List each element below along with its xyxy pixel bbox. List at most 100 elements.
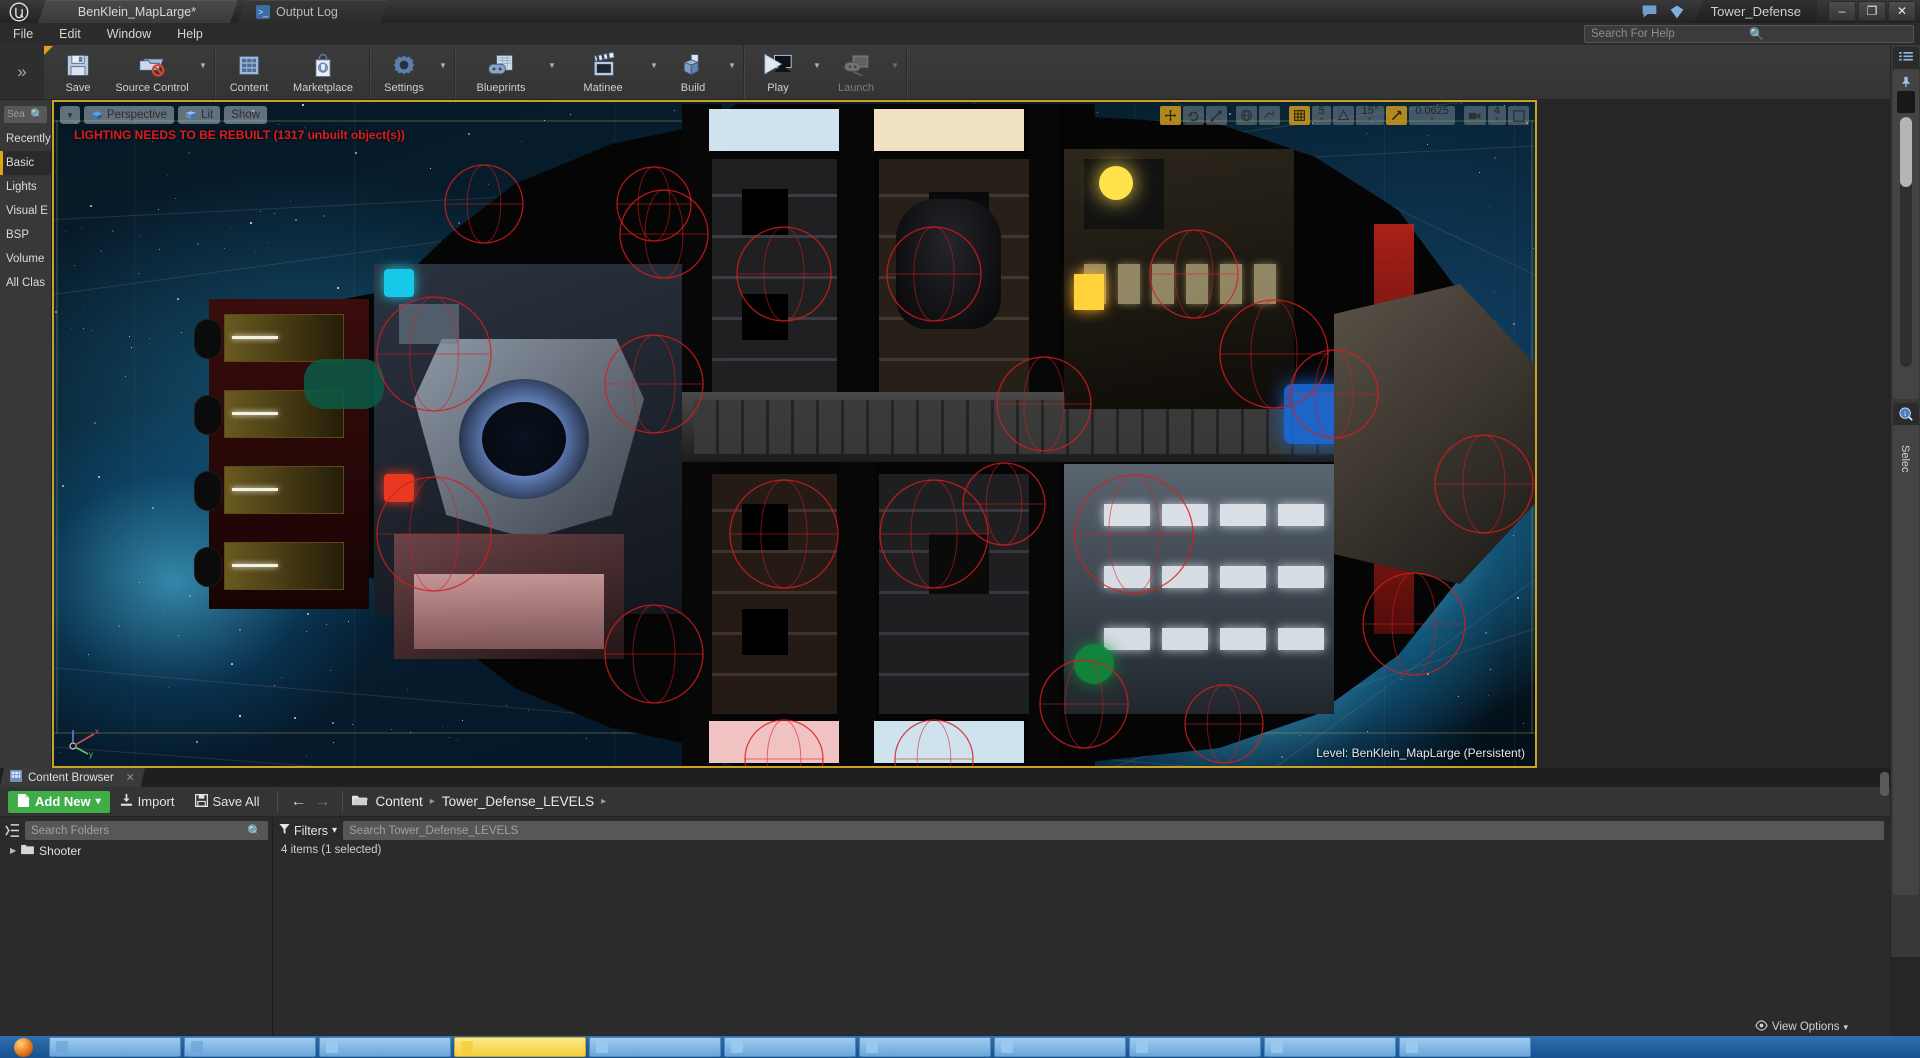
content-browser-scrollbar[interactable] xyxy=(1880,772,1889,796)
save-button[interactable]: Save xyxy=(47,45,109,99)
taskbar-item[interactable] xyxy=(454,1037,586,1057)
content-browser-tab[interactable]: Content Browser ✕ xyxy=(0,768,145,787)
assets-status-text: 4 items (1 selected) xyxy=(281,844,382,856)
folder-tree-toggle-icon[interactable] xyxy=(4,822,21,839)
marketplace-button[interactable]: Marketplace xyxy=(280,45,366,99)
taskbar-item[interactable] xyxy=(859,1037,991,1057)
world-outliner-tab[interactable] xyxy=(1893,47,1919,69)
editor-tab-output-log-label: Output Log xyxy=(276,4,338,19)
maximize-viewport-button[interactable] xyxy=(1508,106,1529,125)
modes-item-bsp[interactable]: BSP xyxy=(0,223,51,247)
view-options-icon xyxy=(1755,1020,1768,1034)
breadcrumb-item-content[interactable]: Content xyxy=(375,794,422,809)
matinee-button-label: Matinee xyxy=(583,82,623,94)
scale-tool-button[interactable] xyxy=(1206,106,1228,125)
pin-icon[interactable] xyxy=(1900,75,1912,88)
add-new-button[interactable]: Add New ▾ xyxy=(8,790,110,813)
menu-edit[interactable]: Edit xyxy=(46,23,94,45)
viewport-camera-mode-button[interactable]: Perspective xyxy=(84,106,175,124)
viewport-show-menu-button[interactable]: Show xyxy=(224,106,268,124)
chevron-right-icon[interactable]: ▶ xyxy=(10,846,16,855)
grid-snap-value[interactable]: 5 ▼ xyxy=(1312,105,1331,125)
modes-search-input[interactable]: Sea 🔍 xyxy=(4,106,47,123)
editor-tab-map[interactable]: BenKlein_MapLarge* xyxy=(38,0,238,23)
start-button[interactable] xyxy=(0,1036,46,1058)
build-cube-icon xyxy=(679,50,707,80)
navigate-back-button[interactable]: ← xyxy=(286,793,310,811)
taskbar-item[interactable] xyxy=(994,1037,1126,1057)
scale-snap-value[interactable]: 0.0625 ▼ xyxy=(1409,105,1455,125)
surface-snap-button[interactable] xyxy=(1259,106,1281,125)
taskbar-item[interactable] xyxy=(724,1037,856,1057)
modes-item-recently-placed[interactable]: Recently xyxy=(0,127,51,151)
camera-speed-icon[interactable] xyxy=(1463,106,1486,125)
blueprints-button[interactable]: Blueprints xyxy=(458,45,544,99)
navigate-forward-button[interactable]: → xyxy=(310,793,334,811)
folders-search-input[interactable]: Search Folders 🔍 xyxy=(25,821,268,840)
feedback-chat-icon[interactable] xyxy=(1641,3,1659,21)
chevron-right-icon[interactable]: ▸ xyxy=(601,796,606,807)
settings-button[interactable]: Settings xyxy=(373,45,435,99)
scale-snap-toggle[interactable] xyxy=(1386,106,1408,125)
close-icon[interactable]: ✕ xyxy=(126,771,135,784)
taskbar-item[interactable] xyxy=(589,1037,721,1057)
toolbar-collapse-button[interactable]: » xyxy=(0,45,44,99)
menu-help[interactable]: Help xyxy=(164,23,216,45)
build-button[interactable]: Build xyxy=(662,45,724,99)
grid-snap-toggle[interactable] xyxy=(1289,106,1311,125)
matinee-button[interactable]: Matinee xyxy=(560,45,646,99)
menu-window[interactable]: Window xyxy=(94,23,164,45)
camera-speed-value[interactable]: 4 ▼ xyxy=(1487,105,1506,125)
play-dropdown-arrow[interactable]: ▼ xyxy=(809,45,825,99)
help-search-input[interactable]: Search For Help 🔍 xyxy=(1584,25,1914,43)
rotation-snap-value[interactable]: 15° ▼ xyxy=(1355,105,1385,125)
unreal-launcher-icon[interactable] xyxy=(1668,3,1686,21)
breadcrumb-item-tower-defense-levels[interactable]: Tower_Defense_LEVELS xyxy=(442,794,594,809)
modes-item-basic[interactable]: Basic xyxy=(0,151,51,175)
play-button[interactable]: Play xyxy=(747,45,809,99)
taskbar-item[interactable] xyxy=(184,1037,316,1057)
modes-item-lights[interactable]: Lights xyxy=(0,175,51,199)
rotate-tool-button[interactable] xyxy=(1183,106,1205,125)
taskbar-item[interactable] xyxy=(1129,1037,1261,1057)
menu-file[interactable]: File xyxy=(0,23,46,45)
filters-button[interactable]: Filters ▾ xyxy=(279,823,337,838)
matinee-dropdown-arrow[interactable]: ▼ xyxy=(646,45,662,99)
source-control-button[interactable]: Source Control xyxy=(109,45,195,99)
source-control-dropdown-arrow[interactable]: ▼ xyxy=(195,45,211,99)
restore-button[interactable]: ❐ xyxy=(1858,1,1886,21)
coordinate-system-button[interactable] xyxy=(1236,106,1258,125)
assets-search-input[interactable]: Search Tower_Defense_LEVELS xyxy=(343,821,1884,840)
translate-tool-button[interactable] xyxy=(1160,106,1182,125)
editor-tab-output-log[interactable]: >_ Output Log xyxy=(238,0,388,23)
taskbar-item[interactable] xyxy=(1264,1037,1396,1057)
project-name-label: Tower_Defense xyxy=(1710,4,1801,19)
taskbar-item[interactable] xyxy=(49,1037,181,1057)
settings-dropdown-arrow[interactable]: ▼ xyxy=(435,45,451,99)
modes-item-all-classes[interactable]: All Clas xyxy=(0,271,51,295)
minimize-button[interactable]: – xyxy=(1828,1,1856,21)
rotation-snap-toggle[interactable] xyxy=(1332,106,1354,125)
taskbar-item[interactable] xyxy=(1399,1037,1531,1057)
content-button[interactable]: Content xyxy=(218,45,280,99)
assets-filter-row: Filters ▾ Search Tower_Defense_LEVELS xyxy=(273,817,1890,841)
build-dropdown-arrow[interactable]: ▼ xyxy=(724,45,740,99)
viewport-options-menu-button[interactable]: ▼ xyxy=(60,106,80,124)
launch-button[interactable]: Launch xyxy=(825,45,887,99)
modes-item-volumes[interactable]: Volume xyxy=(0,247,51,271)
viewport-view-mode-button[interactable]: Lit xyxy=(178,106,221,124)
viewport-toolbar-right: 5 ▼ 15° ▼ 0.0625 ▼ 4 ▼ xyxy=(1160,105,1529,125)
view-options-button[interactable]: View Options ▾ xyxy=(1755,1020,1848,1034)
level-viewport[interactable]: ▼ Perspective Lit Show LIGHTING NEEDS TO… xyxy=(52,100,1537,768)
import-button[interactable]: Import xyxy=(110,791,185,813)
blueprints-dropdown-arrow[interactable]: ▼ xyxy=(544,45,560,99)
folder-item-shooter[interactable]: ▶ Shooter xyxy=(0,841,272,860)
outliner-scrollbar-thumb[interactable] xyxy=(1900,117,1912,187)
taskbar-item[interactable] xyxy=(319,1037,451,1057)
close-button[interactable]: ✕ xyxy=(1888,1,1916,21)
details-panel-tab[interactable]: i xyxy=(1893,403,1919,425)
launch-dropdown-arrow[interactable]: ▼ xyxy=(887,45,903,99)
help-search-placeholder: Search For Help xyxy=(1591,28,1675,40)
modes-item-visual-effects[interactable]: Visual E xyxy=(0,199,51,223)
save-all-button[interactable]: Save All xyxy=(185,791,270,813)
